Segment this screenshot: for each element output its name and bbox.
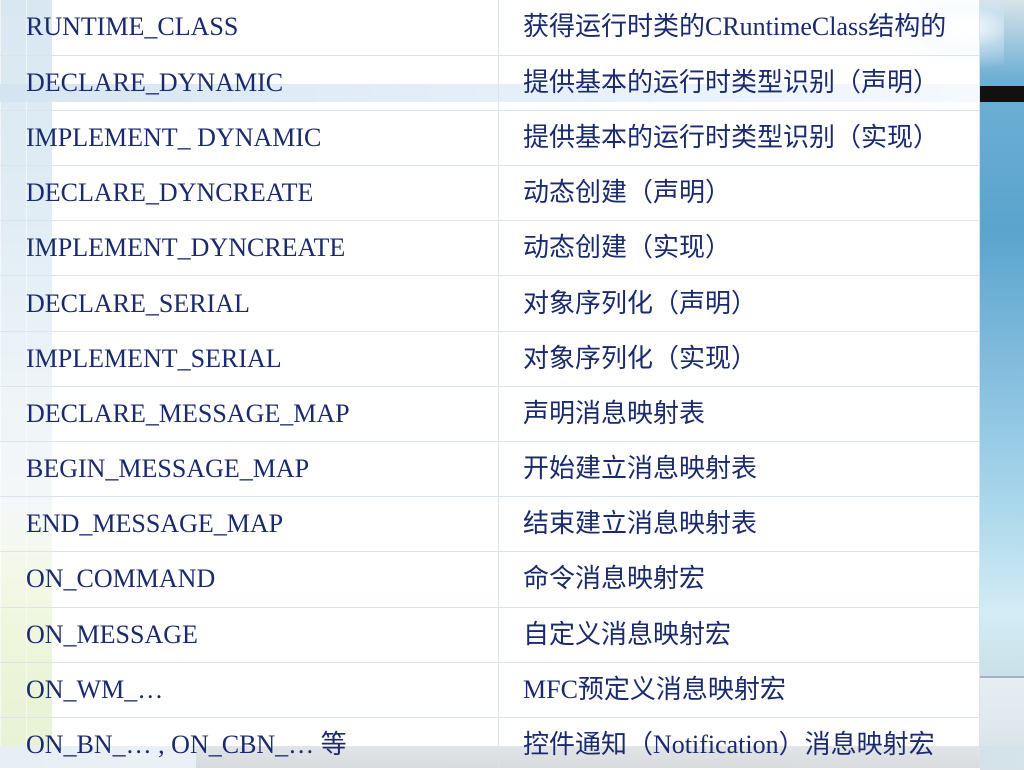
table-row: DECLARE_MESSAGE_MAP 声明消息映射表 [0, 386, 980, 443]
description-cell: 控件通知（Notification）消息映射宏 [498, 717, 980, 768]
macro-cell: ON_MESSAGE [0, 607, 499, 663]
table-row: DECLARE_SERIAL 对象序列化（声明） [0, 275, 980, 332]
macro-cell: IMPLEMENT_SERIAL [0, 331, 499, 387]
macro-cell: IMPLEMENT_ DYNAMIC [0, 110, 499, 167]
right-decorative-strip [980, 0, 1024, 768]
description-cell: 命令消息映射宏 [498, 551, 980, 608]
table-row: IMPLEMENT_SERIAL 对象序列化（实现） [0, 331, 980, 387]
macro-cell: DECLARE_DYNAMIC [0, 55, 499, 111]
table-row: DECLARE_DYNAMIC 提供基本的运行时类型识别（声明） [0, 55, 980, 111]
table-row: IMPLEMENT_ DYNAMIC 提供基本的运行时类型识别（实现） [0, 110, 980, 167]
macro-cell: ON_BN_… , ON_CBN_… 等 [0, 717, 499, 768]
macro-cell: BEGIN_MESSAGE_MAP [0, 441, 499, 498]
macro-cell: END_MESSAGE_MAP [0, 496, 499, 553]
table-row: BEGIN_MESSAGE_MAP 开始建立消息映射表 [0, 441, 980, 498]
description-cell: 动态创建（实现） [498, 220, 980, 277]
description-cell: 对象序列化（声明） [498, 275, 980, 332]
mfc-macro-table: RUNTIME_CLASS 获得运行时类的CRuntimeClass结构的 DE… [0, 0, 980, 768]
macro-cell: DECLARE_SERIAL [0, 275, 499, 332]
table-row: ON_MESSAGE 自定义消息映射宏 [0, 607, 980, 663]
description-cell: 获得运行时类的CRuntimeClass结构的 [498, 0, 980, 56]
description-cell: 提供基本的运行时类型识别（实现） [498, 110, 980, 167]
macro-cell: ON_COMMAND [0, 551, 499, 608]
table-row: IMPLEMENT_DYNCREATE 动态创建（实现） [0, 220, 980, 277]
description-cell: 对象序列化（实现） [498, 331, 980, 387]
macro-cell: IMPLEMENT_DYNCREATE [0, 220, 499, 277]
description-cell: 提供基本的运行时类型识别（声明） [498, 55, 980, 111]
table-row: ON_COMMAND 命令消息映射宏 [0, 551, 980, 608]
macro-cell: DECLARE_MESSAGE_MAP [0, 386, 499, 443]
description-cell: 自定义消息映射宏 [498, 607, 980, 663]
right-black-band [980, 86, 1024, 102]
macro-cell: DECLARE_DYNCREATE [0, 165, 499, 222]
description-cell: 声明消息映射表 [498, 386, 980, 443]
table-row: DECLARE_DYNCREATE 动态创建（声明） [0, 165, 980, 222]
description-cell: 开始建立消息映射表 [498, 441, 980, 498]
table-row: END_MESSAGE_MAP 结束建立消息映射表 [0, 496, 980, 553]
slide-content: RUNTIME_CLASS 获得运行时类的CRuntimeClass结构的 DE… [0, 0, 980, 768]
description-cell: MFC预定义消息映射宏 [498, 662, 980, 718]
macro-cell: RUNTIME_CLASS [0, 0, 499, 56]
description-cell: 结束建立消息映射表 [498, 496, 980, 553]
table-row: RUNTIME_CLASS 获得运行时类的CRuntimeClass结构的 [0, 0, 980, 56]
macro-cell: ON_WM_… [0, 662, 499, 718]
description-cell: 动态创建（声明） [498, 165, 980, 222]
table-row: ON_WM_… MFC预定义消息映射宏 [0, 662, 980, 718]
table-row: ON_BN_… , ON_CBN_… 等 控件通知（Notification）消… [0, 717, 980, 768]
